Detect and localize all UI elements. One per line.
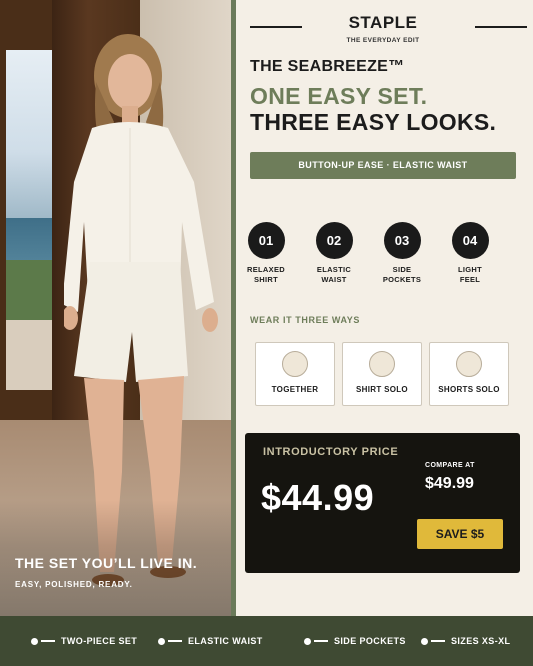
footer-item: SIDE POCKETS <box>304 636 406 646</box>
feature-label: SIDE POCKETS <box>382 265 422 284</box>
brand-rule-right <box>475 26 527 28</box>
photo-tagline: THE SET YOU’LL LIVE IN. <box>15 555 198 571</box>
save-button[interactable]: SAVE $5 <box>417 519 503 549</box>
product-photo <box>0 0 231 616</box>
feature-label: RELAXED SHIRT <box>247 265 285 284</box>
dash-icon <box>431 640 445 642</box>
price-panel: INTRODUCTORY PRICE $44.99 COMPARE AT $49… <box>245 433 520 573</box>
terrace <box>6 320 52 390</box>
ways-title: WEAR IT THREE WAYS <box>250 315 360 325</box>
bullet-icon <box>304 637 311 645</box>
feature-item: 01 RELAXED SHIRT <box>244 222 288 285</box>
footer-item: TWO-PIECE SET <box>31 636 137 646</box>
footer-item: ELASTIC WAIST <box>158 636 263 646</box>
way-card-shorts-solo[interactable]: SHORTS SOLO <box>429 342 509 406</box>
divider-strip <box>231 0 236 616</box>
feature-number: 03 <box>383 222 421 259</box>
feature-label: LIGHT FEEL <box>458 265 482 284</box>
feature-list: 01 RELAXED SHIRT 02 ELASTIC WAIST 03 SIDE P… <box>244 222 524 292</box>
swatch-icon <box>456 351 482 377</box>
brand-name: STAPLE <box>348 13 418 32</box>
way-label: SHIRT SOLO <box>356 385 408 394</box>
swatch-icon <box>282 351 308 377</box>
feature-number: 04 <box>451 222 489 259</box>
feature-item: 03 SIDE POCKETS <box>380 222 424 285</box>
brand-subtitle: THE EVERYDAY EDIT <box>346 37 420 44</box>
way-card-shirt-solo[interactable]: SHIRT SOLO <box>342 342 422 406</box>
product-name: THE SEABREEZE™ <box>250 58 405 75</box>
way-label: TOGETHER <box>271 385 319 394</box>
dash-icon <box>168 640 182 642</box>
bullet-icon <box>158 637 165 645</box>
dash-icon <box>314 640 328 642</box>
headline-line1: ONE EASY SET. <box>250 83 428 109</box>
feature-item: 04 LIGHT FEEL <box>448 222 492 285</box>
feature-number: 01 <box>247 222 285 259</box>
feature-label: ELASTIC WAIST <box>316 265 352 284</box>
feature-item: 02 ELASTIC WAIST <box>312 222 356 285</box>
compare-price: $49.99 <box>425 475 474 492</box>
bullet-icon <box>31 637 38 645</box>
dash-icon <box>41 640 55 642</box>
footer-item: SIZES XS-XL <box>421 636 510 646</box>
way-label: SHORTS SOLO <box>438 385 500 394</box>
photo-subtagline: EASY, POLISHED, READY. <box>15 580 133 589</box>
swatch-icon <box>369 351 395 377</box>
bullet-icon <box>421 637 428 645</box>
feature-banner: BUTTON-UP EASE · ELASTIC WAIST <box>250 152 516 179</box>
feature-number: 02 <box>315 222 353 259</box>
way-card-together[interactable]: TOGETHER <box>255 342 335 406</box>
price-value: $44.99 <box>261 477 375 518</box>
headline-line2: THREE EASY LOOKS. <box>250 109 497 135</box>
brand-rule-left <box>250 26 302 28</box>
sky-view <box>6 50 52 220</box>
footer-bar: TWO-PIECE SET ELASTIC WAIST SIDE POCKETS… <box>0 616 533 666</box>
compare-label: COMPARE AT <box>425 462 475 469</box>
intro-price-label: INTRODUCTORY PRICE <box>263 446 399 458</box>
